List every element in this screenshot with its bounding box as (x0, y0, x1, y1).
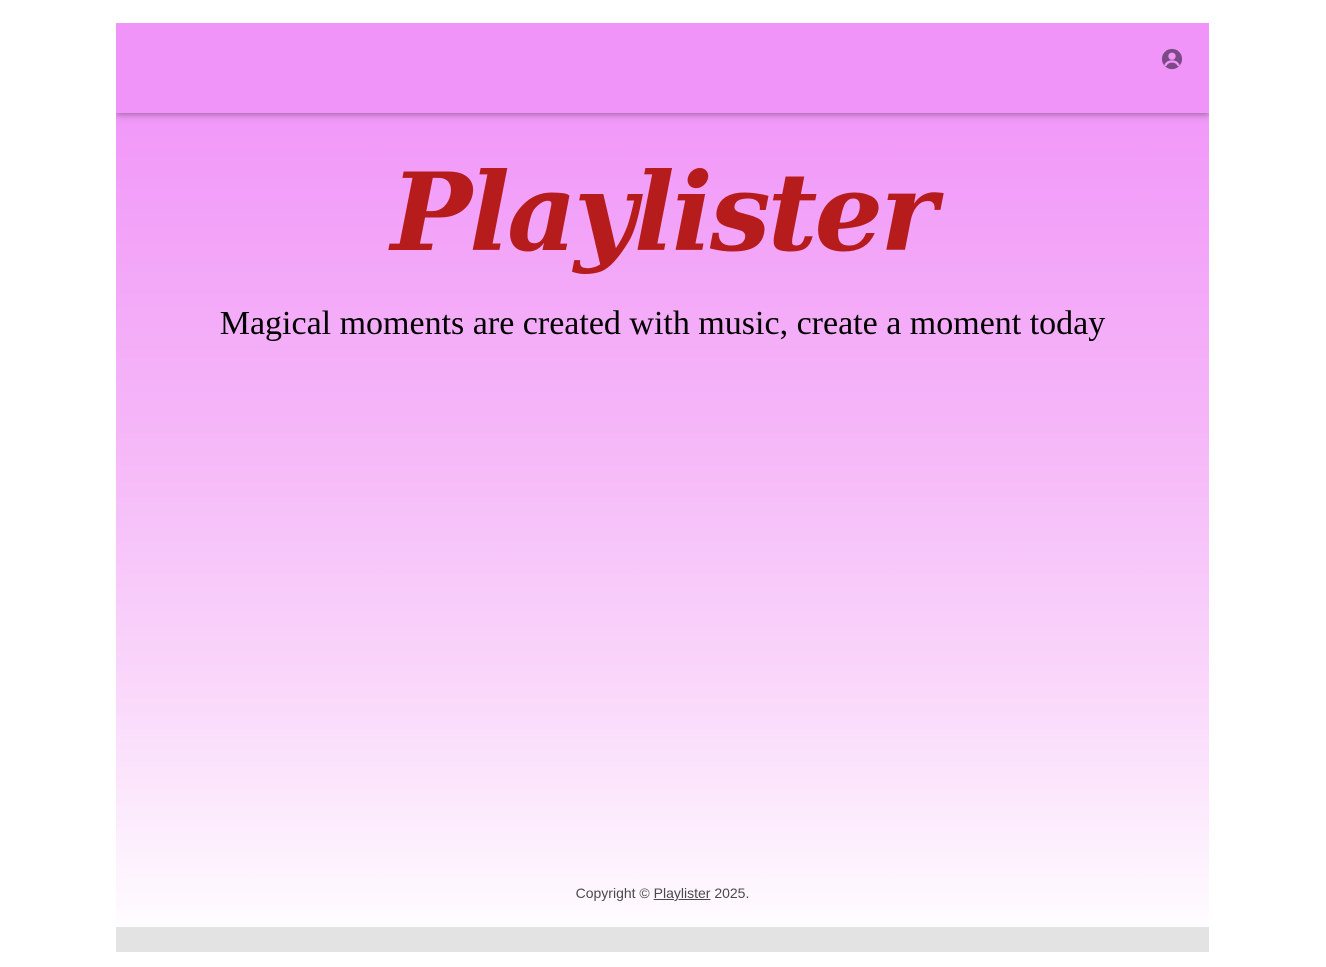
copyright-prefix: Copyright © (575, 885, 654, 901)
app-logo: Playlister (390, 150, 937, 276)
account-button[interactable] (1161, 48, 1183, 70)
copyright-suffix: 2025. (710, 885, 750, 901)
top-app-bar (116, 23, 1209, 113)
bottom-strip (116, 927, 1209, 952)
playlister-link[interactable]: Playlister (654, 885, 711, 901)
account-circle-icon (1161, 48, 1183, 70)
tagline: Magical moments are created with music, … (219, 305, 1106, 342)
app-container: Playlister Magical moments are created w… (116, 23, 1209, 927)
footer-copyright: Copyright © Playlister 2025. (116, 884, 1209, 902)
